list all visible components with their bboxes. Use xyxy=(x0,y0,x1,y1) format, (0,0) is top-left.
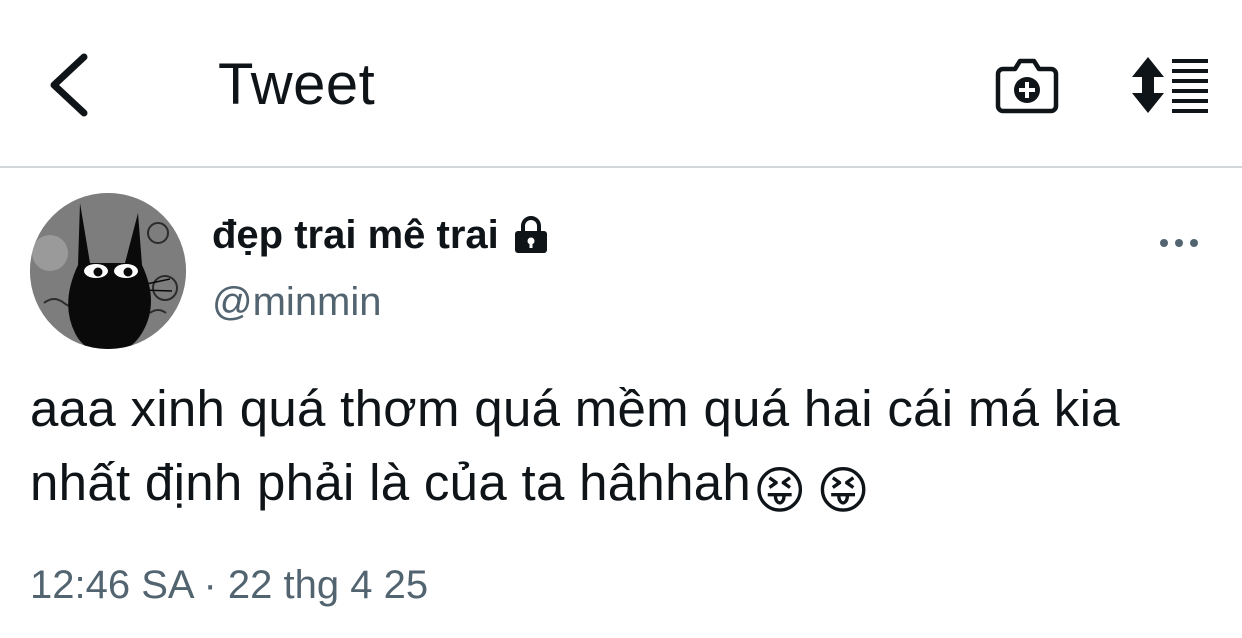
page-title: Tweet xyxy=(218,52,376,117)
author-handle[interactable]: @minmin xyxy=(212,278,382,326)
squinting-tongue-emoji-2: 😝 xyxy=(816,462,870,519)
chevron-left-icon xyxy=(50,53,88,117)
camera-button[interactable] xyxy=(990,50,1064,120)
sort-list-icon xyxy=(1132,57,1208,113)
camera-plus-icon xyxy=(995,58,1059,114)
lock-icon xyxy=(514,216,547,253)
tweet-text-line-2-content: nhất định phải là của ta hâhhah xyxy=(30,454,752,511)
tweet-timestamp[interactable]: 12:46 SA · 22 thg 4 25 xyxy=(30,560,428,610)
author-name-row: đẹp trai mê trai xyxy=(212,210,551,260)
avatar[interactable] xyxy=(30,193,186,349)
more-options-button[interactable] xyxy=(1152,226,1206,260)
tweet-text-line-2: nhất định phải là của ta hâhhah😝 😝 xyxy=(30,446,1230,528)
tweet-text-line-1: aaa xinh quá thơm quá mềm quá hai cái má… xyxy=(30,380,1120,437)
more-horizontal-icon xyxy=(1160,239,1198,247)
squinting-tongue-emoji: 😝 xyxy=(753,462,807,519)
sort-button[interactable] xyxy=(1126,50,1216,120)
display-name[interactable]: đẹp trai mê trai xyxy=(212,210,499,260)
black-cat-avatar xyxy=(30,193,186,349)
tweet-text: aaa xinh quá thơm quá mềm quá hai cái má… xyxy=(30,372,1230,528)
top-bar: Tweet xyxy=(0,0,1242,168)
back-button[interactable] xyxy=(38,50,98,120)
